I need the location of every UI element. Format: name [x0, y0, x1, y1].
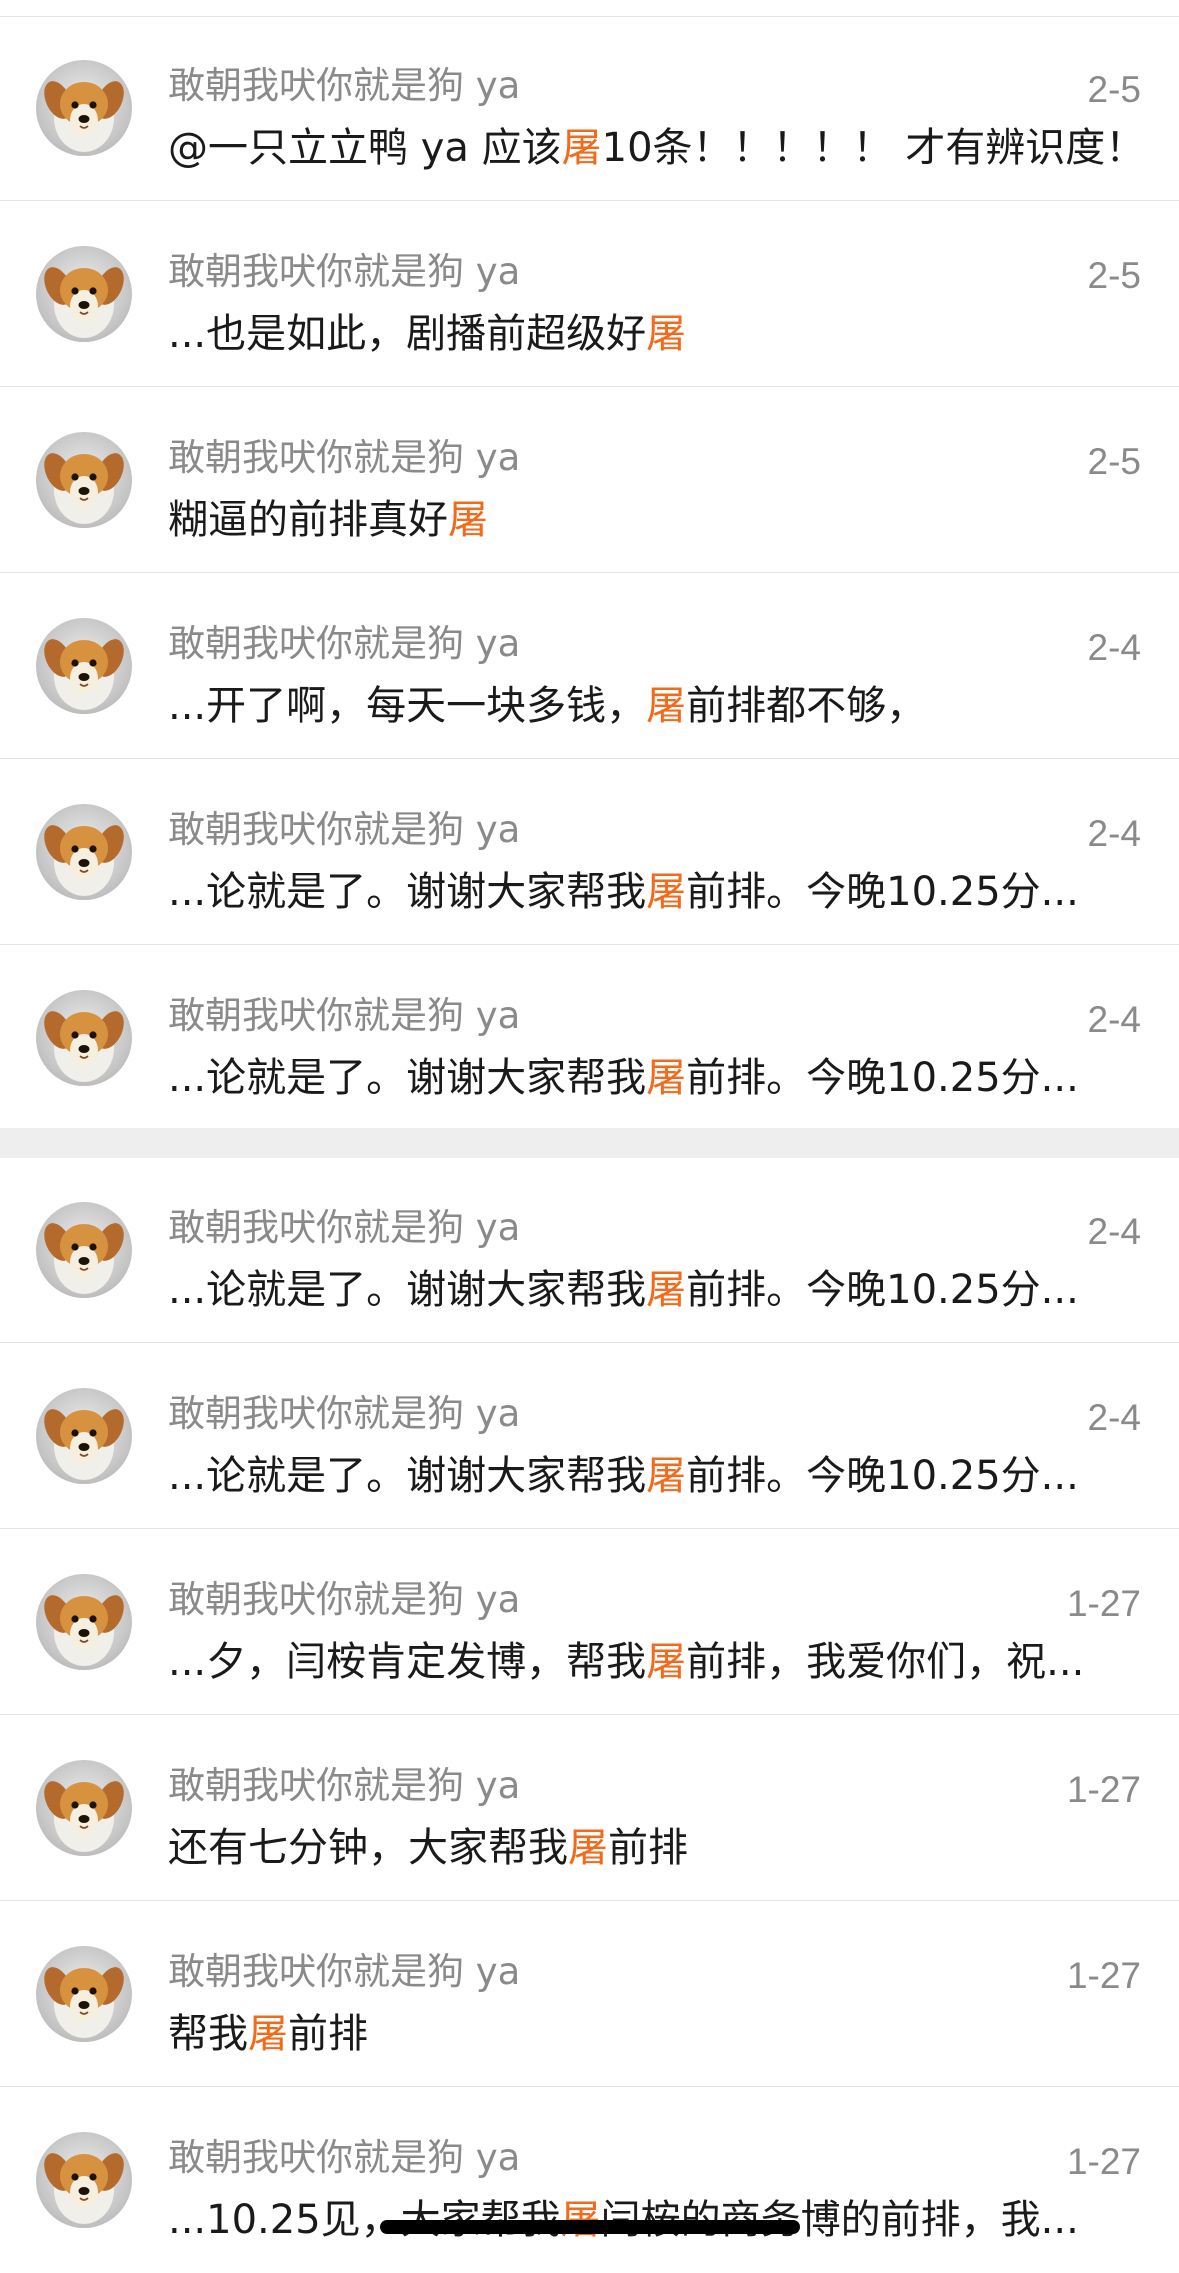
post-date: 2-5: [1087, 255, 1141, 296]
snippet-after: 前排，我爱你们，祝...: [686, 1639, 1085, 1685]
post-snippet: ...论就是了。谢谢大家帮我屠前排。今晚10.25分...: [168, 1053, 1143, 1103]
post-snippet: ...也是如此，剧播前超级好屠: [168, 309, 1143, 359]
search-result-row[interactable]: 敢朝我吠你就是狗 ya 1-27 ...夕，闫桉肯定发博，帮我屠前排，我爱你们，祝.…: [0, 1530, 1179, 1715]
keyword-highlight: 屠: [646, 1267, 687, 1313]
search-result-row[interactable]: 敢朝我吠你就是狗 ya 1-27 帮我屠前排: [0, 1902, 1179, 2087]
snippet-before: ...夕，闫桉肯定发博，帮我: [168, 1639, 647, 1685]
snippet-after: 前排。今晚10.25分...: [686, 869, 1079, 915]
post-date: 2-4: [1087, 1211, 1141, 1252]
snippet-before: 糊逼的前排真好: [168, 497, 448, 543]
snippet-before: 还有七分钟，大家帮我: [168, 1825, 568, 1871]
snippet-before: ...开了啊，每天一块多钱，: [168, 683, 647, 729]
user-name[interactable]: 敢朝我吠你就是狗 ya: [168, 64, 520, 108]
user-avatar[interactable]: [36, 1760, 132, 1856]
user-name[interactable]: 敢朝我吠你就是狗 ya: [168, 994, 520, 1038]
user-name[interactable]: 敢朝我吠你就是狗 ya: [168, 1578, 520, 1622]
user-name[interactable]: 敢朝我吠你就是狗 ya: [168, 808, 520, 852]
post-snippet: ...论就是了。谢谢大家帮我屠前排。今晚10.25分...: [168, 1265, 1143, 1315]
keyword-highlight: 屠: [646, 1055, 687, 1101]
user-avatar[interactable]: [36, 990, 132, 1086]
user-name[interactable]: 敢朝我吠你就是狗 ya: [168, 1764, 520, 1808]
search-result-row[interactable]: 敢朝我吠你就是狗 ya 2-4 ...开了啊，每天一块多钱，屠前排都不够，: [0, 574, 1179, 759]
home-indicator[interactable]: [380, 2220, 800, 2234]
snippet-before: ...也是如此，剧播前超级好: [168, 311, 647, 357]
snippet-before: 帮我: [168, 2011, 248, 2057]
snippet-after: 前排都不够，: [686, 683, 927, 729]
post-snippet: 帮我屠前排: [168, 2009, 1143, 2059]
snippet-before: ...论就是了。谢谢大家帮我: [168, 1055, 647, 1101]
post-date: 1-27: [1066, 1769, 1141, 1810]
user-avatar[interactable]: [36, 60, 132, 156]
user-name[interactable]: 敢朝我吠你就是狗 ya: [168, 622, 520, 666]
keyword-highlight: 屠: [646, 869, 687, 915]
keyword-highlight: 屠: [248, 2011, 288, 2057]
post-snippet: @一只立立鸭 ya 应该屠10条！！！！！ 才有辨识度！...: [168, 123, 1143, 173]
keyword-highlight: 屠: [646, 683, 687, 729]
post-snippet: ...开了啊，每天一块多钱，屠前排都不够，: [168, 681, 1143, 731]
snippet-after: 前排: [608, 1825, 688, 1871]
user-avatar[interactable]: [36, 246, 132, 342]
post-date: 2-4: [1087, 627, 1141, 668]
search-result-row[interactable]: 敢朝我吠你就是狗 ya 2-5 @一只立立鸭 ya 应该屠10条！！！！！ 才有辨识…: [0, 16, 1179, 201]
user-avatar[interactable]: [36, 618, 132, 714]
post-date: 1-27: [1066, 1583, 1141, 1624]
post-snippet: 还有七分钟，大家帮我屠前排: [168, 1823, 1143, 1873]
snippet-before: ...论就是了。谢谢大家帮我: [168, 1453, 647, 1499]
user-avatar[interactable]: [36, 2132, 132, 2228]
post-date: 2-4: [1087, 999, 1141, 1040]
snippet-before: ...论就是了。谢谢大家帮我: [168, 869, 647, 915]
keyword-highlight: 屠: [568, 1825, 608, 1871]
post-date: 2-4: [1087, 1397, 1141, 1438]
snippet-before: ...论就是了。谢谢大家帮我: [168, 1267, 647, 1313]
section-gap: [0, 1128, 1179, 1158]
search-result-row[interactable]: 敢朝我吠你就是狗 ya 2-4 ...论就是了。谢谢大家帮我屠前排。今晚10.25分…: [0, 760, 1179, 945]
keyword-highlight: 屠: [646, 311, 687, 357]
search-result-row[interactable]: 敢朝我吠你就是狗 ya 2-4 ...论就是了。谢谢大家帮我屠前排。今晚10.25分…: [0, 1344, 1179, 1529]
post-snippet: 糊逼的前排真好屠: [168, 495, 1143, 545]
snippet-after: 前排。今晚10.25分...: [686, 1453, 1079, 1499]
search-result-row[interactable]: 敢朝我吠你就是狗 ya 1-27 还有七分钟，大家帮我屠前排: [0, 1716, 1179, 1901]
search-result-row[interactable]: 敢朝我吠你就是狗 ya 2-4 ...论就是了。谢谢大家帮我屠前排。今晚10.25分…: [0, 946, 1179, 1131]
post-date: 1-27: [1066, 1955, 1141, 1996]
user-avatar[interactable]: [36, 1946, 132, 2042]
user-name[interactable]: 敢朝我吠你就是狗 ya: [168, 1392, 520, 1436]
post-snippet: ...夕，闫桉肯定发博，帮我屠前排，我爱你们，祝...: [168, 1637, 1143, 1687]
snippet-after: 前排。今晚10.25分...: [686, 1055, 1079, 1101]
user-avatar[interactable]: [36, 1202, 132, 1298]
snippet-after: 前排: [288, 2011, 368, 2057]
user-avatar[interactable]: [36, 1388, 132, 1484]
user-name[interactable]: 敢朝我吠你就是狗 ya: [168, 436, 520, 480]
keyword-highlight: 屠: [646, 1639, 687, 1685]
post-date: 2-5: [1087, 441, 1141, 482]
post-date: 2-5: [1087, 69, 1141, 110]
keyword-highlight: 屠: [646, 1453, 687, 1499]
search-result-row[interactable]: 敢朝我吠你就是狗 ya 2-5 ...也是如此，剧播前超级好屠: [0, 202, 1179, 387]
snippet-before: @一只立立鸭 ya 应该: [168, 125, 562, 171]
user-name[interactable]: 敢朝我吠你就是狗 ya: [168, 250, 520, 294]
search-result-row[interactable]: 敢朝我吠你就是狗 ya1-27...10.25见，大家帮我屠闫桉的商务博的前排，…: [0, 2088, 1179, 2273]
snippet-after: 10条！！！！！ 才有辨识度！...: [601, 125, 1143, 171]
snippet-after: 前排。今晚10.25分...: [686, 1267, 1079, 1313]
post-date: 2-4: [1087, 813, 1141, 854]
post-snippet: ...论就是了。谢谢大家帮我屠前排。今晚10.25分...: [168, 1451, 1143, 1501]
user-avatar[interactable]: [36, 1574, 132, 1670]
post-snippet: ...论就是了。谢谢大家帮我屠前排。今晚10.25分...: [168, 867, 1143, 917]
user-name[interactable]: 敢朝我吠你就是狗 ya: [168, 2136, 520, 2180]
search-result-row[interactable]: 敢朝我吠你就是狗 ya 2-5 糊逼的前排真好屠: [0, 388, 1179, 573]
keyword-highlight: 屠: [561, 125, 602, 171]
user-avatar[interactable]: [36, 804, 132, 900]
user-avatar[interactable]: [36, 432, 132, 528]
user-name[interactable]: 敢朝我吠你就是狗 ya: [168, 1950, 520, 1994]
post-date: 1-27: [1066, 2141, 1141, 2182]
user-name[interactable]: 敢朝我吠你就是狗 ya: [168, 1206, 520, 1250]
search-result-row[interactable]: 敢朝我吠你就是狗 ya 2-4 ...论就是了。谢谢大家帮我屠前排。今晚10.25分…: [0, 1158, 1179, 1343]
keyword-highlight: 屠: [448, 497, 488, 543]
